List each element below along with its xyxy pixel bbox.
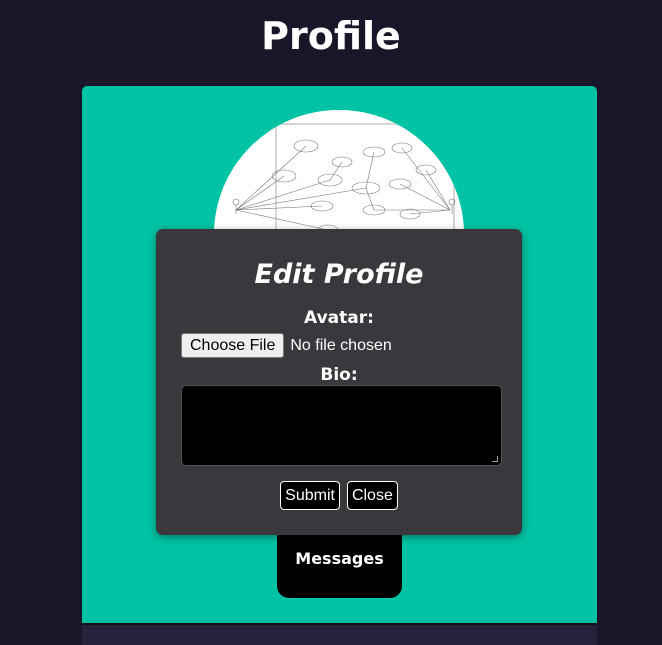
submit-button[interactable]: Submit: [280, 481, 340, 510]
modal-title: Edit Profile: [254, 259, 424, 290]
card-footer-strip: [82, 623, 597, 645]
bio-textarea[interactable]: [181, 385, 502, 466]
edit-profile-modal: Edit Profile Avatar: Choose File No file…: [156, 229, 522, 535]
choose-file-button[interactable]: Choose File: [181, 333, 285, 358]
file-status-text: No file chosen: [290, 336, 392, 354]
bio-field-label: Bio:: [320, 365, 358, 385]
page-title: Profile: [261, 14, 401, 58]
messages-label: Messages: [295, 549, 384, 568]
close-button[interactable]: Close: [346, 481, 398, 510]
resize-grip-icon[interactable]: [492, 456, 498, 462]
avatar-field-label: Avatar:: [304, 308, 374, 328]
profile-page: Profile Messages Edit Profile Avatar: Ch…: [0, 0, 662, 645]
avatar-file-input: Choose File No file chosen: [181, 333, 392, 358]
modal-actions: Submit Close: [156, 481, 522, 510]
